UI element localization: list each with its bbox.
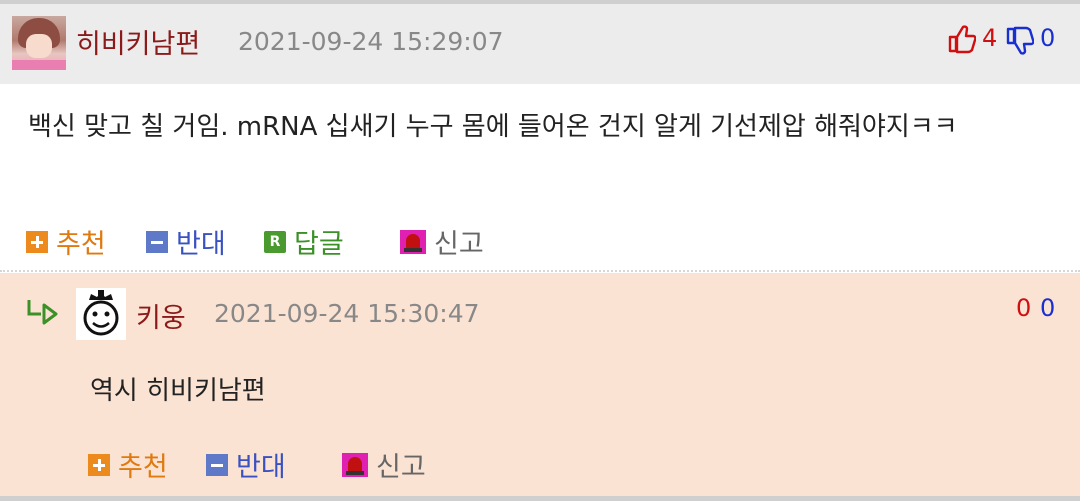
minus-icon [206,453,228,476]
reply-upvote-count[interactable]: 0 [1016,294,1031,322]
recommend-label: 추천 [118,452,168,483]
reply-button[interactable]: R 답글 [264,222,344,261]
reply-icon: R [264,230,286,253]
report-label: 신고 [434,229,484,260]
reply-report-button[interactable]: 신고 [342,445,426,484]
comment-body: 백신 맞고 칠 거임. mRNA 십새기 누구 몸에 들어온 건지 알게 기선제… [28,112,958,142]
thumbs-up-icon[interactable] [948,24,976,54]
oppose-button[interactable]: 반대 [146,222,226,261]
report-label: 신고 [376,452,426,483]
reply-label: 답글 [294,229,344,260]
avatar[interactable] [76,288,126,340]
thumbs-down-icon[interactable] [1006,26,1034,56]
plus-icon [88,453,110,476]
reply-downvote-count[interactable]: 0 [1040,294,1055,322]
siren-icon [342,452,368,477]
oppose-label: 반대 [176,229,226,260]
reply-oppose-button[interactable]: 반대 [206,445,286,484]
reply-timestamp: 2021-09-24 15:30:47 [214,299,480,328]
oppose-label: 반대 [236,452,286,483]
reply-arrow-icon [27,300,58,325]
comment-timestamp: 2021-09-24 15:29:07 [238,27,504,56]
divider [0,270,1080,272]
report-button[interactable]: 신고 [400,222,484,261]
reply-recommend-button[interactable]: 추천 [88,445,168,484]
reply-author[interactable]: 키웅 [136,296,186,335]
avatar[interactable] [12,16,66,70]
recommend-label: 추천 [56,229,106,260]
reply-body: 역시 히비키남편 [90,376,266,406]
comment-author[interactable]: 히비키남편 [76,22,200,61]
plus-icon [26,230,48,253]
recommend-button[interactable]: 추천 [26,222,106,261]
bottom-border [0,496,1080,501]
minus-icon [146,230,168,253]
downvote-count: 0 [1040,24,1056,52]
upvote-count: 4 [982,24,998,52]
siren-icon [400,229,426,254]
